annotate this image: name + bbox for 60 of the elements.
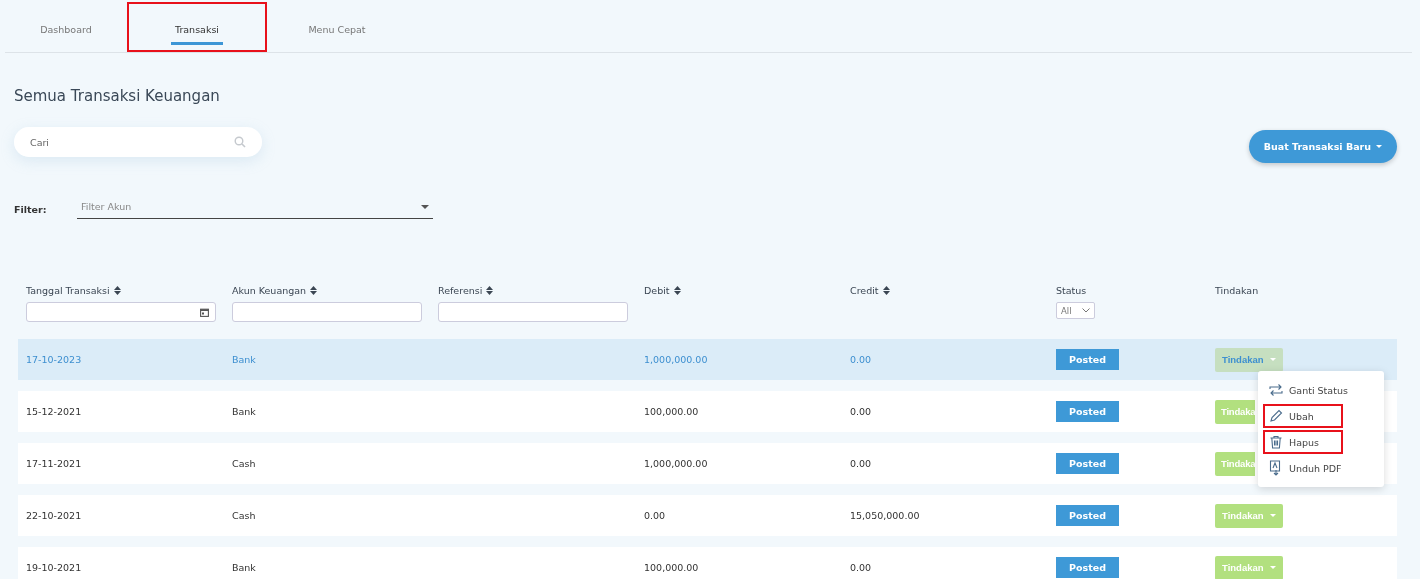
calendar-icon <box>200 307 209 317</box>
table-row[interactable]: 19-10-2021 Bank 100,000.00 0.00 Posted Tindakan <box>18 547 1397 579</box>
chevron-icon <box>1082 308 1090 313</box>
swap-arrows-icon <box>1269 383 1283 397</box>
caret-icon <box>1269 566 1276 569</box>
table-cell-text: Cash <box>232 458 257 469</box>
trash-icon <box>1269 435 1283 449</box>
table-cell-text: 15,050,000.00 <box>850 510 921 521</box>
menu-item[interactable]: Ubah <box>1263 404 1343 428</box>
menu-item[interactable]: Unduh PDF <box>1263 456 1373 480</box>
table-cell-text: Bank <box>232 406 257 417</box>
table-cell-text: Bank <box>232 562 257 573</box>
caret-icon <box>421 204 429 209</box>
column-header[interactable]: Debit <box>644 285 681 296</box>
table-cell-text: 100,000.00 <box>644 562 700 573</box>
table-cell-text: 0.00 <box>644 510 667 521</box>
pencil-icon <box>1269 409 1283 423</box>
status-badge: Posted <box>1056 401 1119 422</box>
column-filter-field[interactable] <box>232 302 422 322</box>
page-title: Semua Transaksi Keuangan <box>14 87 221 105</box>
tab[interactable]: Dashboard <box>36 18 96 45</box>
column-header[interactable]: Akun Keuangan <box>232 285 318 296</box>
status-badge: Posted <box>1056 453 1119 474</box>
date-filter-field[interactable] <box>26 302 216 322</box>
table-row[interactable]: 22-10-2021 Cash 0.00 15,050,000.00 Posted Tindakan <box>18 495 1397 536</box>
tab[interactable]: Menu Cepat <box>304 18 370 45</box>
status-badge: Posted <box>1056 557 1119 578</box>
table-cell-text: 22-10-2021 <box>26 510 83 521</box>
table-cell-text: 17-10-2023 <box>26 354 83 365</box>
tab[interactable]: Transaksi <box>171 18 223 45</box>
status-badge: Posted <box>1056 505 1119 526</box>
table-cell-text: Cash <box>232 510 257 521</box>
menu-item[interactable]: Hapus <box>1263 430 1343 454</box>
search-field[interactable]: Cari <box>14 127 262 157</box>
table-cell-text: 1,000,000.00 <box>644 458 709 469</box>
account-filter-dropdown[interactable]: Filter Akun <box>77 195 433 219</box>
document-download-icon <box>1269 460 1283 476</box>
table-cell-text: 0.00 <box>850 458 873 469</box>
table-cell-text: 100,000.00 <box>644 406 700 417</box>
column-header: Tindakan <box>1215 285 1259 296</box>
table-cell-text: 17-11-2021 <box>26 458 83 469</box>
table-cell-text: Bank <box>232 354 257 365</box>
table-cell-text: 1,000,000.00 <box>644 354 709 365</box>
table-cell-text: 0.00 <box>850 562 873 573</box>
search-icon <box>234 136 246 148</box>
table-cell-text: 19-10-2021 <box>26 562 83 573</box>
caret-icon <box>1269 358 1276 361</box>
column-filter-field[interactable] <box>438 302 628 322</box>
table-cell-text: 0.00 <box>850 354 873 365</box>
caret-icon <box>1269 514 1276 517</box>
table-cell-text: 15-12-2021 <box>26 406 83 417</box>
status-filter-dropdown[interactable]: All <box>1056 302 1095 319</box>
column-header: Status <box>1056 285 1087 296</box>
column-header[interactable]: Credit <box>850 285 890 296</box>
caret-icon <box>1376 145 1382 148</box>
column-header[interactable]: Referensi <box>438 285 494 296</box>
table-cell-text: 0.00 <box>850 406 873 417</box>
column-header[interactable]: Tanggal Transaksi <box>26 285 121 296</box>
status-badge: Posted <box>1056 349 1119 370</box>
filter-label: Filter: <box>14 204 48 215</box>
